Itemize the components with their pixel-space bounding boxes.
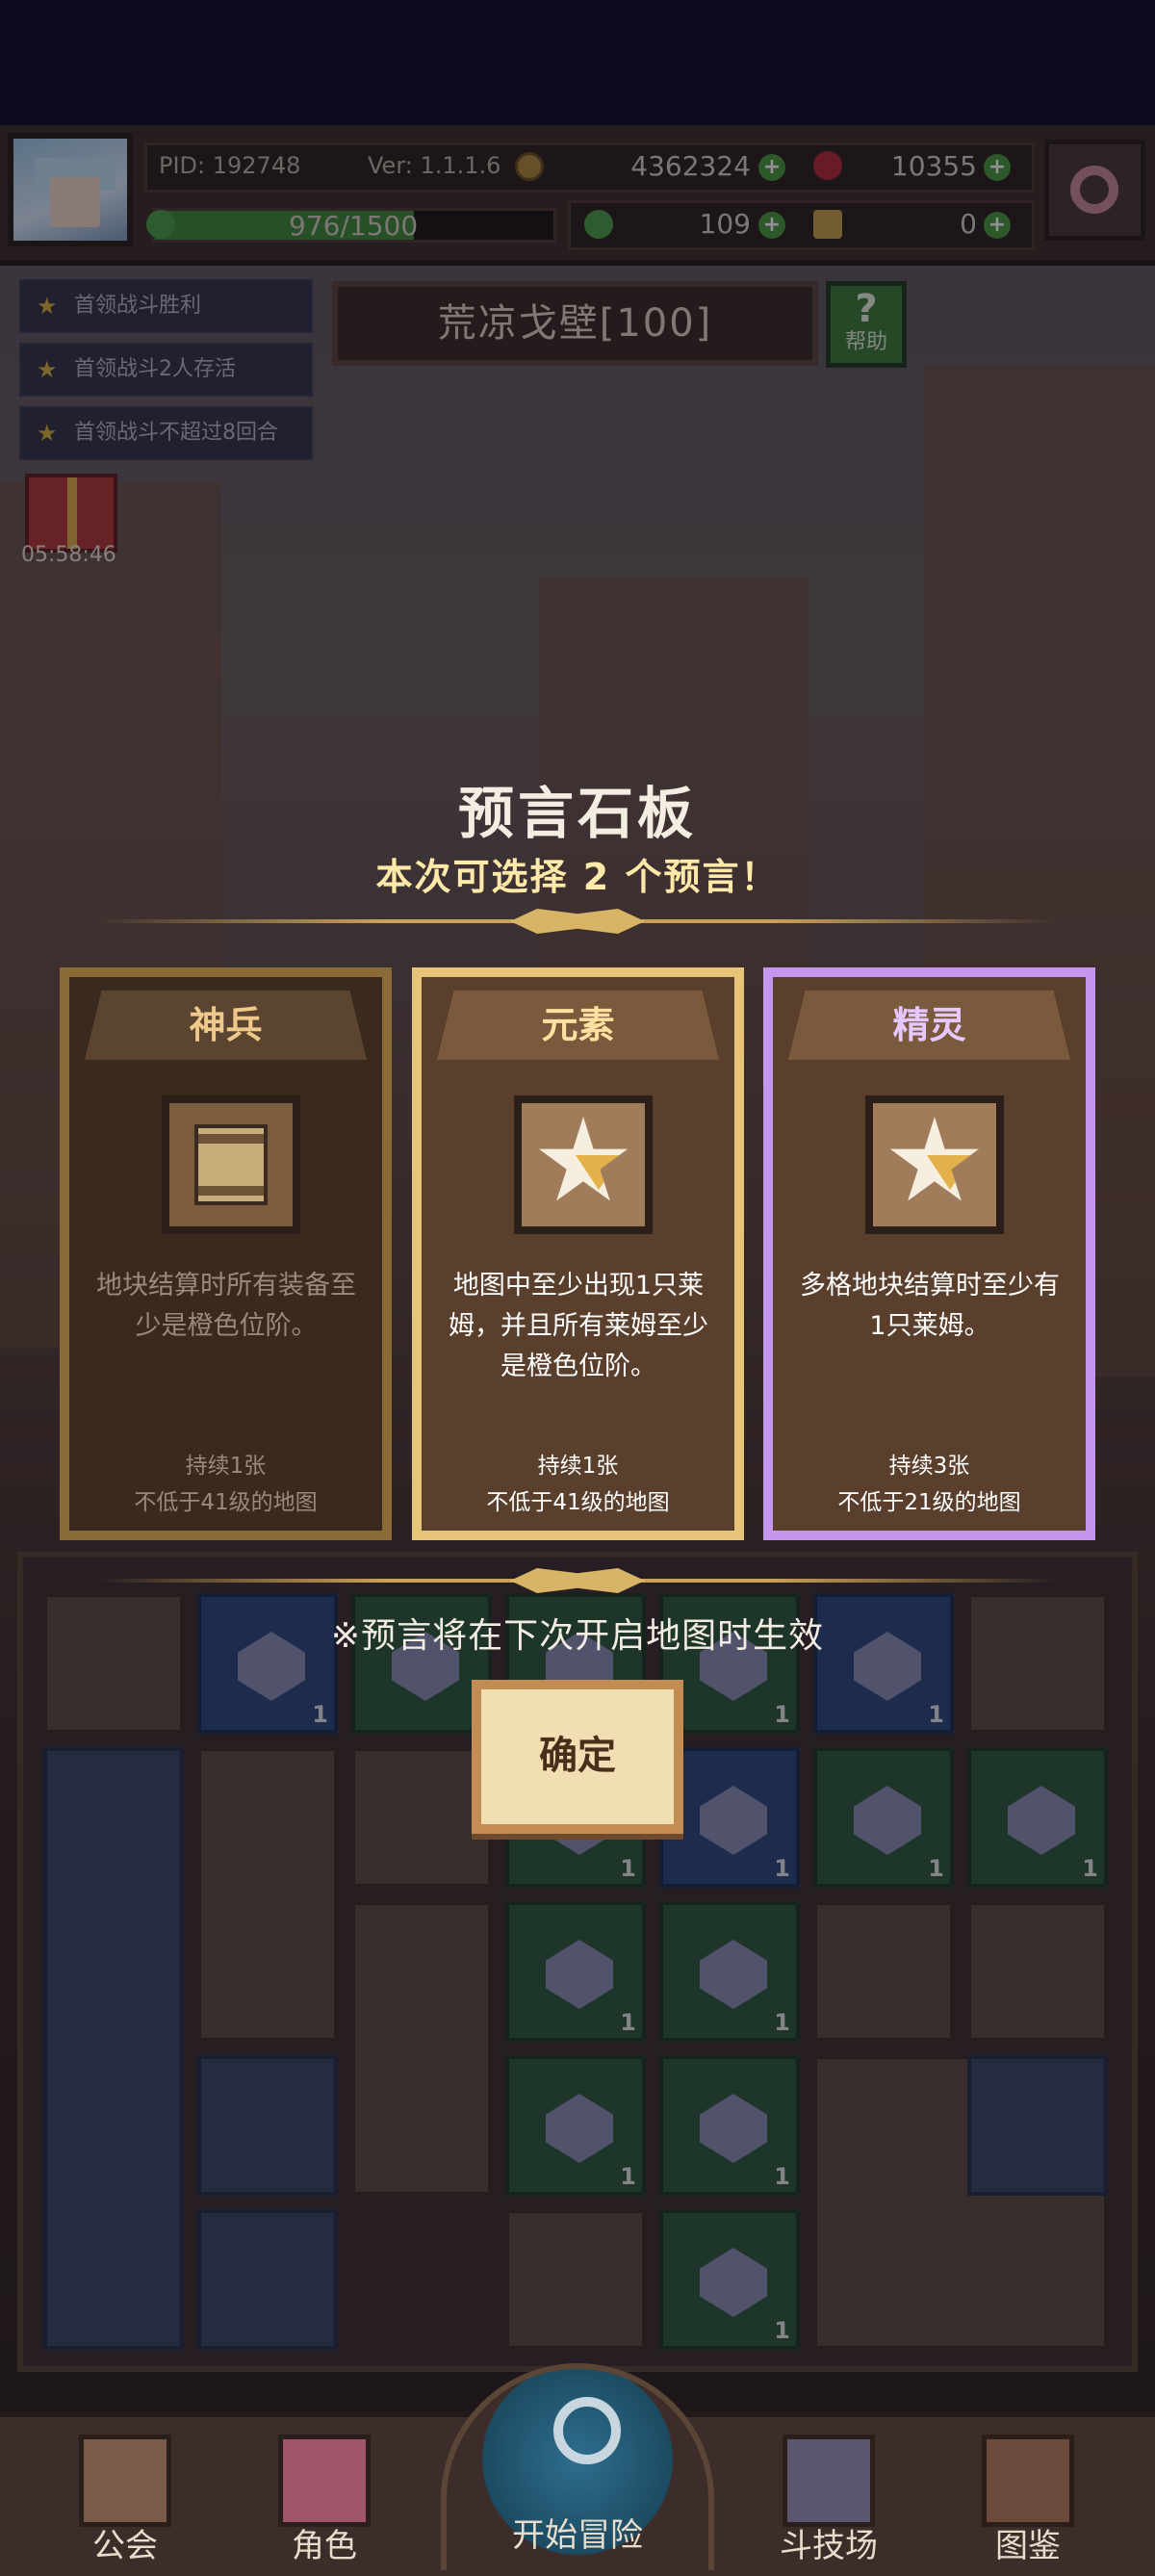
- nav-label: 图鉴: [995, 2527, 1061, 2565]
- card-description: 多格地块结算时至少有1只莱姆。: [800, 1271, 1060, 1341]
- prophecy-card-spirit[interactable]: 精灵 多格地块结算时至少有1只莱姆。 持续3张 不低于21级的地图: [763, 967, 1095, 1540]
- magnifier-icon: [553, 2397, 621, 2464]
- star-emblem-icon: [889, 1117, 980, 1201]
- confirm-button[interactable]: 确定: [472, 1680, 683, 1834]
- scroll-band: [198, 1186, 264, 1196]
- nav-codex[interactable]: 图鉴: [956, 2411, 1100, 2570]
- nav-label: 公会: [92, 2527, 158, 2565]
- card-title: 元素: [437, 991, 719, 1060]
- nav-guild[interactable]: 公会: [53, 2411, 197, 2570]
- nav-character[interactable]: 角色: [252, 2411, 397, 2570]
- card-icon-frame: [514, 1095, 653, 1234]
- modal-subtitle: 本次可选择 2 个预言！: [375, 856, 780, 898]
- star-core: [576, 1155, 622, 1190]
- book-icon: [982, 2434, 1074, 2527]
- nav-arena[interactable]: 斗技场: [757, 2411, 901, 2570]
- modal-title: 预言石板: [457, 781, 697, 846]
- card-duration: 持续3张: [888, 1454, 970, 1479]
- prophecy-notice: ※预言将在下次开启地图时生效: [330, 1616, 825, 1656]
- card-icon-frame: [162, 1095, 300, 1234]
- star-emblem-icon: [538, 1117, 629, 1201]
- card-description: 地块结算时所有装备至少是橙色位阶。: [96, 1271, 356, 1341]
- prophecy-card-weapon[interactable]: 神兵 地块结算时所有装备至少是橙色位阶。 持续1张 不低于41级的地图: [60, 967, 392, 1540]
- card-requirement: 不低于21级的地图: [837, 1490, 1021, 1515]
- card-title: 神兵: [85, 991, 367, 1060]
- nav-label: 角色: [292, 2527, 357, 2565]
- card-description: 地图中至少出现1只莱姆，并且所有莱姆至少是橙色位阶。: [449, 1271, 708, 1381]
- character-icon: [278, 2434, 371, 2527]
- start-adventure-label: 开始冒险: [512, 2516, 643, 2555]
- card-icon-frame: [865, 1095, 1004, 1234]
- card-duration: 持续1张: [537, 1454, 619, 1479]
- nav-label: 斗技场: [780, 2527, 878, 2565]
- prophecy-card-element[interactable]: 元素 地图中至少出现1只莱姆，并且所有莱姆至少是橙色位阶。 持续1张 不低于41…: [412, 967, 744, 1540]
- card-duration: 持续1张: [185, 1454, 267, 1479]
- guild-hall-icon: [79, 2434, 171, 2527]
- card-requirement: 不低于41级的地图: [134, 1490, 318, 1515]
- card-title: 精灵: [788, 991, 1070, 1060]
- crossed-swords-icon: [783, 2434, 875, 2527]
- card-requirement: 不低于41级的地图: [486, 1490, 670, 1515]
- scroll-icon: [194, 1124, 268, 1205]
- star-core: [927, 1155, 973, 1190]
- scroll-band: [198, 1134, 264, 1144]
